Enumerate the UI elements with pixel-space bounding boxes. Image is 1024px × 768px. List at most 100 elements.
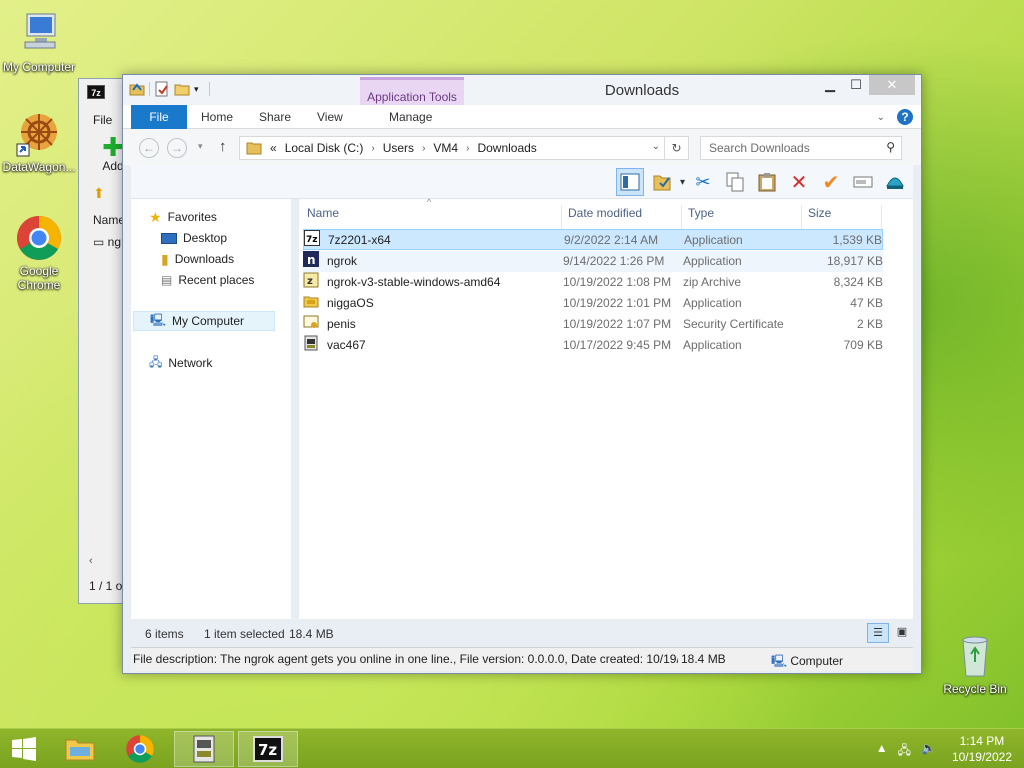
file-row-penis[interactable]: penis 10/19/2022 1:07 PM Security Certif… [303,314,883,335]
breadcrumb-chevron-icon[interactable]: › [466,143,469,154]
file-row-vac467[interactable]: vac467 10/17/2022 9:45 PM Application 70… [303,335,883,356]
details-view-button[interactable]: ☰ [867,623,889,643]
show-hidden-icons-icon[interactable]: ▲ [876,741,888,762]
tab-share[interactable]: Share [247,105,303,129]
tab-file[interactable]: File [131,105,187,129]
breadcrumb-downloads[interactable]: Downloads [477,141,536,155]
breadcrumb-chevron-icon[interactable]: › [371,143,374,154]
title-bar[interactable]: ▾ Application Tools Downloads ▁ ☐ ✕ [123,75,921,105]
details-location: 🖳 Computer [771,652,843,673]
minimize-button[interactable]: ▁ [817,75,843,95]
7zip-menu-file[interactable]: File [93,113,112,127]
nav-favorites[interactable]: ★ Favorites [149,207,217,227]
desktop-icon-google-chrome[interactable]: Google Chrome [0,214,78,292]
file-row-7z2201[interactable]: 7z 7z2201-x64 9/2/2022 2:14 AM Applicati… [303,229,883,250]
breadcrumb-vm4[interactable]: VM4 [433,141,458,155]
explorer-window[interactable]: ▾ Application Tools Downloads ▁ ☐ ✕ File… [122,74,922,674]
file-row-ngrok[interactable]: n ngrok 9/14/2022 1:26 PM Application 18… [303,251,883,272]
nav-desktop[interactable]: Desktop [161,228,227,248]
properties-button[interactable] [648,168,676,196]
refresh-button[interactable]: ↻ [665,136,689,160]
select-button[interactable]: ✔ [817,168,845,196]
file-date: 10/19/2022 1:07 PM [563,317,672,331]
chrome-icon [15,214,63,262]
7zip-col-name[interactable]: Name [93,213,125,227]
system-tray: ▲ 🖧 🔈 [876,741,936,762]
large-icons-view-button[interactable]: ▣ [891,623,913,643]
tab-manage[interactable]: Manage [377,105,444,129]
taskbar-chrome[interactable] [110,731,170,767]
nav-label: Downloads [174,252,235,266]
preview-pane-icon [620,173,640,191]
desktop-icon-label: Google Chrome [17,264,61,292]
cut-button[interactable]: ✂ [689,168,717,196]
desktop-icon [161,232,177,244]
back-button[interactable]: ← [139,138,159,158]
desktop-icon-label: DataWagon... [2,160,76,174]
clock[interactable]: 1:14 PM 10/19/2022 [952,733,1012,765]
scissors-icon: ✂ [695,171,711,192]
certificate-icon [303,315,319,328]
zip-archive-icon: z [303,272,319,288]
tab-home[interactable]: Home [189,105,245,129]
svg-text:7z: 7z [258,741,277,759]
file-type: Application [683,296,742,310]
desktop-icon-my-computer[interactable]: My Computer [0,10,78,74]
start-button[interactable] [0,731,48,767]
recent-locations-icon[interactable]: ▾ [198,141,203,152]
close-button[interactable]: ✕ [869,75,915,95]
sort-ascending-icon: ^ [427,197,432,207]
maximize-button[interactable]: ☐ [843,75,869,95]
desktop-icon-datawagon[interactable]: DataWagon... [0,110,78,174]
taskbar-file-explorer[interactable] [50,731,110,767]
desktop-icon-recycle-bin[interactable]: Recycle Bin [936,632,1014,696]
preview-pane-button[interactable] [615,168,644,196]
breadcrumb-chevron-icon[interactable]: › [422,143,425,154]
delete-x-icon: ✕ [790,171,808,194]
column-header-date[interactable]: Date modified [568,206,642,220]
ngrok-app-icon: n [303,251,319,267]
copy-button[interactable] [721,168,749,196]
help-icon[interactable]: ? [897,109,913,125]
address-bar[interactable]: « Local Disk (C:) › Users › VM4 › Downlo… [239,136,665,160]
ribbon-tabs: File Home Share View Manage ⌄ ? [123,105,921,129]
shell-button[interactable] [881,168,909,196]
volume-icon[interactable]: 🔈 [921,741,936,762]
forward-button[interactable]: → [167,138,187,158]
7zip-scroll-left[interactable]: ‹ [89,555,93,567]
breadcrumb-local-disk[interactable]: Local Disk (C:) [285,141,364,155]
downloads-folder-icon: ▮ [161,250,169,267]
search-input[interactable]: Search Downloads ⚲ [700,136,902,160]
nav-recent-places[interactable]: ▤ Recent places [161,270,254,290]
taskbar-7zip[interactable]: 7z [238,731,298,767]
7zip-icon: 7z [253,736,283,762]
chevron-down-icon[interactable]: ⌄ [877,112,885,123]
column-header-size[interactable]: Size [808,206,831,220]
delete-button[interactable]: ✕ [785,168,813,196]
views-dropdown-icon[interactable]: ▾ [680,177,685,188]
svg-text:z: z [307,276,313,287]
paste-button[interactable] [753,168,781,196]
nav-my-computer[interactable]: 🖳 My Computer [133,311,276,331]
7zip-up-icon[interactable]: ⬆ [93,185,105,202]
rename-button[interactable] [849,168,877,196]
file-type: Application [684,233,743,247]
breadcrumb-overflow[interactable]: « [270,141,277,155]
file-row-ngrok-zip[interactable]: z ngrok-v3-stable-windows-amd64 10/19/20… [303,272,883,293]
file-name: ngrok [327,254,358,268]
column-header-name[interactable]: Name [307,206,339,220]
up-button[interactable]: ↑ [219,138,227,155]
address-row: ← → ▾ ↑ « Local Disk (C:) › Users › VM4 … [123,129,921,165]
7zip-row[interactable]: ▭ ng [93,235,121,249]
taskbar-installer[interactable] [174,731,234,767]
nav-network[interactable]: 🖧 Network [149,353,212,373]
taskbar: 7z ▲ 🖧 🔈 1:14 PM 10/19/2022 [0,728,1024,768]
nav-downloads[interactable]: ▮ Downloads [161,249,234,269]
network-icon[interactable]: 🖧 [898,741,911,762]
breadcrumb-users[interactable]: Users [383,141,414,155]
column-header-type[interactable]: Type [688,206,714,220]
file-row-niggaos[interactable]: niggaOS 10/19/2022 1:01 PM Application 4… [303,293,883,314]
nav-label: Network [168,356,213,370]
tab-view[interactable]: View [305,105,355,129]
address-dropdown-icon[interactable]: ⌄ [652,141,660,152]
